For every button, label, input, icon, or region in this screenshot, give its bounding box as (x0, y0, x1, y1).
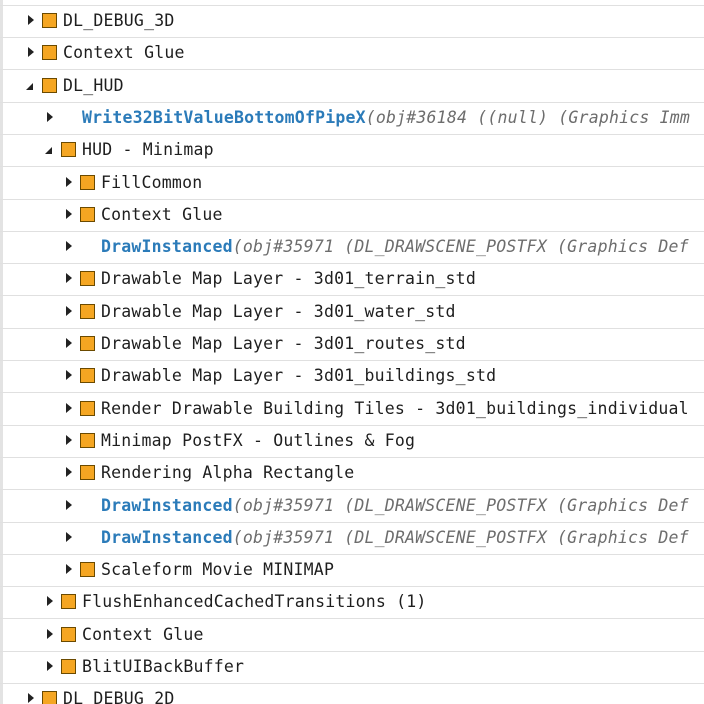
marker-label: Render Drawable Building Tiles - 3d01_bu… (101, 398, 689, 418)
marker-label: FlushEnhancedCachedTransitions (1) (82, 592, 427, 612)
collapsed-arrow-icon[interactable] (66, 467, 72, 478)
marker-label: Minimap PostFX - Outlines & Fog (101, 430, 416, 450)
tree-row-call[interactable]: Write32BitValueBottomOfPipeX(obj#36184 (… (0, 103, 704, 135)
collapsed-arrow-icon[interactable] (66, 564, 72, 575)
marker-region-icon (42, 45, 57, 61)
collapsed-arrow-icon[interactable] (66, 499, 72, 510)
collapsed-arrow-icon[interactable] (47, 111, 53, 122)
tree-row-call[interactable]: DrawInstanced(obj#35971 (DL_DRAWSCENE_PO… (0, 232, 704, 265)
marker-region-icon (42, 13, 57, 28)
marker-label: FillCommon (101, 172, 203, 192)
marker-label: Scaleform Movie MINIMAP (101, 560, 335, 580)
marker-label: HUD - Minimap (82, 140, 214, 160)
tree-row-marker[interactable]: Scaleform Movie MINIMAP (0, 555, 704, 588)
marker-label: DL_DEBUG_3D (63, 11, 175, 30)
marker-region-icon (80, 432, 95, 448)
collapsed-arrow-icon[interactable] (28, 47, 34, 58)
collapsed-arrow-icon[interactable] (47, 628, 53, 639)
tree-row-marker[interactable]: HUD - Minimap (0, 135, 704, 168)
collapsed-arrow-icon[interactable] (66, 531, 72, 542)
marker-label: DL_DEBUG_2D (63, 689, 175, 704)
marker-region-icon (61, 142, 76, 158)
marker-label: Context Glue (63, 43, 185, 63)
marker-label: Drawable Map Layer - 3d01_routes_std (101, 334, 466, 353)
expanded-arrow-icon[interactable] (45, 147, 52, 155)
tree-row-call[interactable]: DrawInstanced(obj#35971 (DL_DRAWSCENE_PO… (0, 491, 704, 523)
marker-region-icon (80, 303, 95, 319)
collapsed-arrow-icon[interactable] (66, 273, 72, 284)
collapsed-arrow-icon[interactable] (66, 208, 72, 219)
tree-row-marker[interactable]: DL_DEBUG_2D (0, 684, 704, 704)
marker-region-icon (61, 659, 76, 674)
tree-row-marker[interactable]: Context Glue (0, 38, 704, 71)
tree-row-marker[interactable]: FillCommon (0, 168, 704, 200)
marker-region-icon (61, 594, 76, 610)
marker-region-icon (80, 174, 95, 190)
collapsed-arrow-icon[interactable] (47, 596, 53, 607)
tree-row-marker[interactable]: Drawable Map Layer - 3d01_routes_std (0, 329, 704, 361)
marker-label: BlitUIBackBuffer (82, 657, 245, 676)
api-call-name[interactable]: DrawInstanced (101, 528, 233, 547)
api-call-name[interactable]: Write32BitValueBottomOfPipeX (82, 108, 366, 127)
api-call-label: DrawInstanced(obj#35971 (DL_DRAWSCENE_PO… (101, 527, 689, 547)
marker-region-icon (61, 626, 76, 642)
api-call-args: (obj#35971 (DL_DRAWSCENE_POSTFX (Graphic… (232, 527, 689, 547)
tree-row-marker[interactable]: Rendering Alpha Rectangle (0, 458, 704, 491)
marker-region-icon (80, 400, 95, 416)
marker-label: Drawable Map Layer - 3d01_terrain_std (101, 269, 476, 289)
marker-region-icon (80, 271, 95, 287)
marker-region-icon (80, 465, 95, 481)
tree-row-marker[interactable]: Drawable Map Layer - 3d01_water_std (0, 297, 704, 329)
tree-row-marker[interactable]: Minimap PostFX - Outlines & Fog (0, 426, 704, 458)
tree-row-marker[interactable]: Render Drawable Building Tiles - 3d01_bu… (0, 394, 704, 426)
collapsed-arrow-icon[interactable] (66, 402, 72, 413)
collapsed-arrow-icon[interactable] (66, 338, 72, 348)
marker-region-icon (80, 562, 95, 578)
collapsed-arrow-icon[interactable] (66, 241, 72, 252)
marker-region-icon (80, 206, 95, 222)
collapsed-arrow-icon[interactable] (28, 693, 34, 704)
collapsed-arrow-icon[interactable] (66, 176, 72, 187)
api-call-label: DrawInstanced(obj#35971 (DL_DRAWSCENE_PO… (101, 238, 689, 256)
tree-row-marker[interactable]: Drawable Map Layer - 3d01_buildings_std (0, 361, 704, 394)
tree-row-marker[interactable]: FlushEnhancedCachedTransitions (1) (0, 587, 704, 620)
tree-row-marker[interactable]: Drawable Map Layer - 3d01_terrain_std (0, 264, 704, 297)
marker-label: Drawable Map Layer - 3d01_water_std (101, 301, 456, 321)
api-call-label: DrawInstanced(obj#35971 (DL_DRAWSCENE_PO… (101, 495, 689, 515)
marker-label: Context Glue (101, 204, 223, 224)
marker-region-icon (80, 336, 95, 351)
marker-label: Drawable Map Layer - 3d01_buildings_std (101, 366, 497, 386)
api-call-name[interactable]: DrawInstanced (101, 496, 233, 515)
marker-region-icon (80, 368, 95, 384)
tree-row-marker[interactable]: Context Glue (0, 200, 704, 232)
expanded-arrow-icon[interactable] (26, 82, 33, 90)
event-tree[interactable]: DL_DEBUG_3D Context Glue DL_HUD Write32BitV… (0, 0, 704, 704)
collapsed-arrow-icon[interactable] (28, 15, 34, 25)
tree-row-marker[interactable]: Context Glue (0, 620, 704, 652)
api-call-label: Write32BitValueBottomOfPipeX(obj#36184 (… (82, 107, 691, 127)
tree-row-marker[interactable]: DL_DEBUG_3D (0, 6, 704, 38)
api-call-args: (obj#35971 (DL_DRAWSCENE_POSTFX (Graphic… (232, 495, 689, 515)
marker-region-icon (42, 77, 57, 93)
api-call-args: (obj#35971 (DL_DRAWSCENE_POSTFX (Graphic… (232, 237, 689, 257)
tree-row-call[interactable]: DrawInstanced(obj#35971 (DL_DRAWSCENE_PO… (0, 523, 704, 555)
tree-row-marker[interactable]: BlitUIBackBuffer (0, 652, 704, 684)
tree-row-marker[interactable]: DL_HUD (0, 71, 704, 103)
marker-label: Rendering Alpha Rectangle (101, 463, 355, 483)
collapsed-arrow-icon[interactable] (66, 434, 72, 445)
marker-region-icon (42, 691, 57, 704)
api-call-args: (obj#36184 ((null) (Graphics Imm (365, 107, 691, 127)
collapsed-arrow-icon[interactable] (66, 370, 72, 381)
marker-label: DL_HUD (63, 75, 124, 95)
collapsed-arrow-icon[interactable] (47, 661, 53, 671)
collapsed-arrow-icon[interactable] (66, 305, 72, 316)
marker-label: Context Glue (82, 624, 204, 644)
api-call-name[interactable]: DrawInstanced (101, 237, 233, 256)
